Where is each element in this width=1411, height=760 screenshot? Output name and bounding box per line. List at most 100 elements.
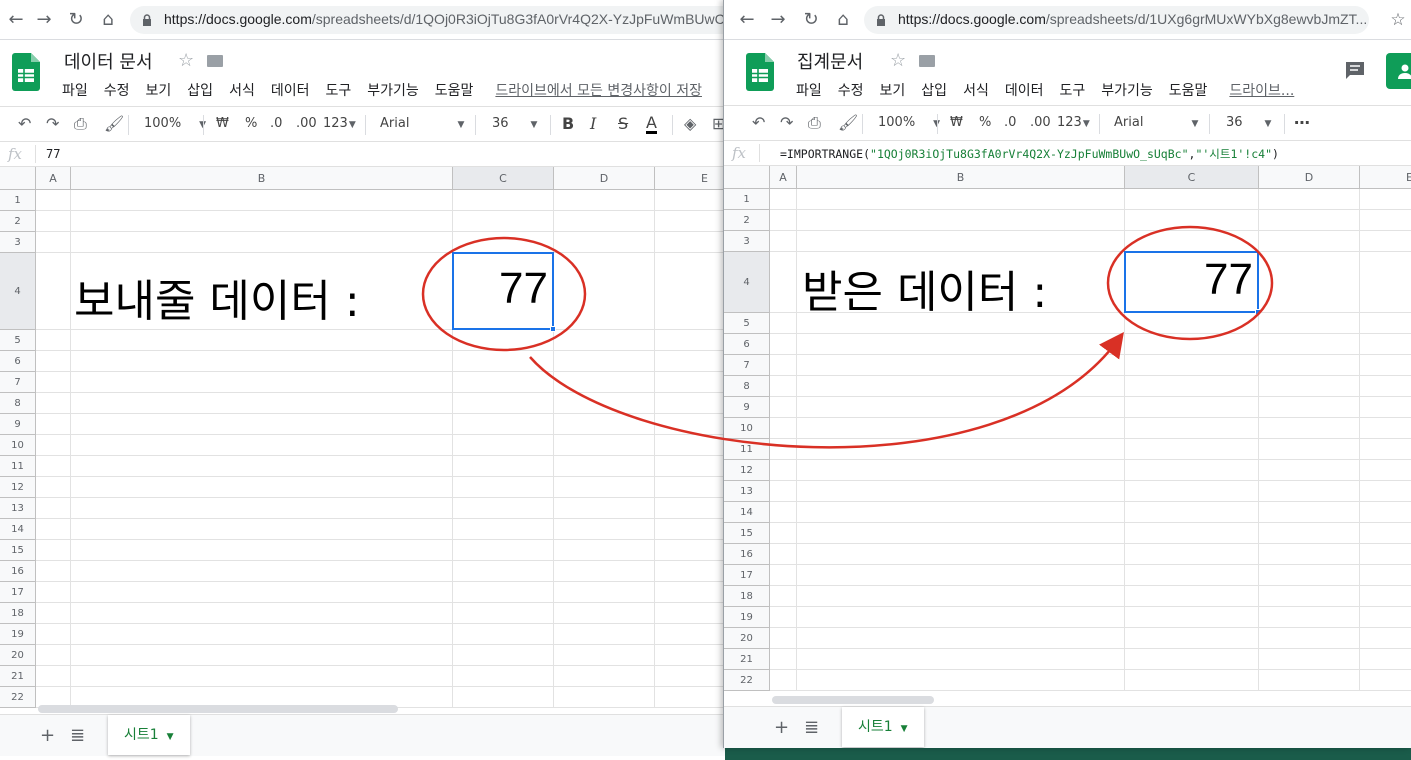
- doc-title[interactable]: 집계문서: [797, 48, 863, 74]
- row-header-11[interactable]: 11: [0, 456, 36, 477]
- redo-icon[interactable]: ↷: [780, 114, 793, 132]
- row-header-21[interactable]: 21: [724, 649, 770, 670]
- row-header-12[interactable]: 12: [0, 477, 36, 498]
- menu-help[interactable]: 도움말: [1169, 80, 1208, 100]
- fill-color-icon[interactable]: ◈: [684, 115, 696, 133]
- star-icon[interactable]: ☆: [178, 50, 194, 71]
- cell-b4-label[interactable]: 받은 데이터 :: [802, 256, 1047, 320]
- column-header-d[interactable]: D: [1259, 166, 1360, 189]
- sheets-logo-icon[interactable]: [746, 53, 774, 91]
- cell-b4-label[interactable]: 보내줄 데이터 :: [74, 265, 360, 329]
- zoom-select[interactable]: 100%▼: [144, 115, 206, 134]
- fill-handle[interactable]: [1255, 309, 1261, 315]
- menu-data[interactable]: 데이터: [1005, 80, 1044, 100]
- bold-icon[interactable]: B: [562, 115, 574, 133]
- menu-insert[interactable]: 삽입: [187, 80, 213, 100]
- row-header-17[interactable]: 17: [724, 565, 770, 586]
- font-size-select[interactable]: 36 ▼: [1226, 114, 1271, 133]
- row-header-13[interactable]: 13: [724, 481, 770, 502]
- row-header-17[interactable]: 17: [0, 582, 36, 603]
- row-header-3[interactable]: 3: [724, 231, 770, 252]
- row-header-9[interactable]: 9: [724, 397, 770, 418]
- select-all-corner[interactable]: [0, 167, 36, 190]
- column-header-b[interactable]: B: [797, 166, 1125, 189]
- decrease-decimal-button[interactable]: .0: [270, 115, 282, 133]
- selected-cell-c4[interactable]: 77: [452, 252, 556, 332]
- row-header-5[interactable]: 5: [724, 313, 770, 334]
- sheet-tab[interactable]: 시트1 ▼: [842, 707, 924, 747]
- row-header-13[interactable]: 13: [0, 498, 36, 519]
- star-icon[interactable]: ☆: [890, 50, 906, 71]
- column-header-a[interactable]: A: [770, 166, 797, 189]
- row-header-12[interactable]: 12: [724, 460, 770, 481]
- row-header-1[interactable]: 1: [724, 189, 770, 210]
- row-header-18[interactable]: 18: [0, 603, 36, 624]
- paint-format-icon[interactable]: 🖌: [104, 115, 124, 133]
- forward-arrow-icon[interactable]: →: [34, 10, 54, 30]
- italic-icon[interactable]: I: [590, 115, 596, 133]
- row-header-19[interactable]: 19: [0, 624, 36, 645]
- row-header-5[interactable]: 5: [0, 330, 36, 351]
- row-header-10[interactable]: 10: [724, 418, 770, 439]
- print-icon[interactable]: ⎙: [74, 115, 87, 133]
- row-header-22[interactable]: 22: [0, 687, 36, 708]
- row-header-20[interactable]: 20: [0, 645, 36, 666]
- row-header-7[interactable]: 7: [724, 355, 770, 376]
- row-header-20[interactable]: 20: [724, 628, 770, 649]
- row-header-21[interactable]: 21: [0, 666, 36, 687]
- back-arrow-icon[interactable]: ←: [737, 10, 757, 30]
- percent-button[interactable]: %: [245, 115, 257, 133]
- add-sheet-icon[interactable]: +: [774, 717, 789, 738]
- print-icon[interactable]: ⎙: [808, 114, 821, 132]
- menu-format[interactable]: 서식: [963, 80, 989, 100]
- row-header-2[interactable]: 2: [724, 210, 770, 231]
- undo-icon[interactable]: ↶: [752, 114, 765, 132]
- all-sheets-icon[interactable]: ≣: [70, 725, 85, 746]
- formula-input[interactable]: =IMPORTRANGE("1QOj0R3iOjTu8G3fA0rVr4Q2X-…: [780, 146, 1279, 162]
- home-icon[interactable]: ⌂: [98, 10, 118, 30]
- bookmark-star-icon[interactable]: ☆: [1388, 10, 1408, 30]
- menu-tools[interactable]: 도구: [325, 80, 351, 100]
- increase-decimal-button[interactable]: .00: [296, 115, 317, 133]
- row-header-1[interactable]: 1: [0, 190, 36, 211]
- folder-icon[interactable]: [919, 55, 935, 67]
- menu-addons[interactable]: 부가기능: [367, 80, 419, 100]
- zoom-select[interactable]: 100%▼: [878, 114, 940, 133]
- menu-view[interactable]: 보기: [880, 80, 906, 100]
- row-header-15[interactable]: 15: [724, 523, 770, 544]
- column-header-c[interactable]: C: [453, 167, 554, 190]
- add-sheet-icon[interactable]: +: [40, 725, 55, 746]
- row-header-4[interactable]: 4: [724, 252, 770, 313]
- row-header-18[interactable]: 18: [724, 586, 770, 607]
- back-arrow-icon[interactable]: ←: [6, 10, 26, 30]
- strikethrough-icon[interactable]: S: [618, 115, 628, 133]
- menu-data[interactable]: 데이터: [271, 80, 310, 100]
- menu-edit[interactable]: 수정: [104, 80, 130, 100]
- more-formats-button[interactable]: 123▼: [323, 115, 356, 134]
- save-status-link[interactable]: 드라이브에서 모든 변경사항이 저장: [495, 80, 702, 100]
- row-header-19[interactable]: 19: [724, 607, 770, 628]
- undo-icon[interactable]: ↶: [18, 115, 31, 133]
- column-header-d[interactable]: D: [554, 167, 655, 190]
- fill-handle[interactable]: [550, 326, 556, 332]
- row-header-11[interactable]: 11: [724, 439, 770, 460]
- row-header-6[interactable]: 6: [0, 351, 36, 372]
- column-header-e[interactable]: E: [1360, 166, 1411, 189]
- menu-edit[interactable]: 수정: [838, 80, 864, 100]
- menu-help[interactable]: 도움말: [435, 80, 474, 100]
- menu-view[interactable]: 보기: [146, 80, 172, 100]
- url-field[interactable]: https://docs.google.com/spreadsheets/d/1…: [864, 6, 1369, 34]
- horizontal-scrollbar[interactable]: [38, 705, 398, 713]
- menu-format[interactable]: 서식: [229, 80, 255, 100]
- row-header-8[interactable]: 8: [724, 376, 770, 397]
- menu-file[interactable]: 파일: [796, 80, 822, 100]
- row-header-2[interactable]: 2: [0, 211, 36, 232]
- row-header-6[interactable]: 6: [724, 334, 770, 355]
- more-options-icon[interactable]: ⋯: [1294, 114, 1310, 132]
- redo-icon[interactable]: ↷: [46, 115, 59, 133]
- increase-decimal-button[interactable]: .00: [1030, 114, 1051, 132]
- more-formats-button[interactable]: 123▼: [1057, 114, 1090, 133]
- row-header-14[interactable]: 14: [0, 519, 36, 540]
- forward-arrow-icon[interactable]: →: [768, 10, 788, 30]
- menu-file[interactable]: 파일: [62, 80, 88, 100]
